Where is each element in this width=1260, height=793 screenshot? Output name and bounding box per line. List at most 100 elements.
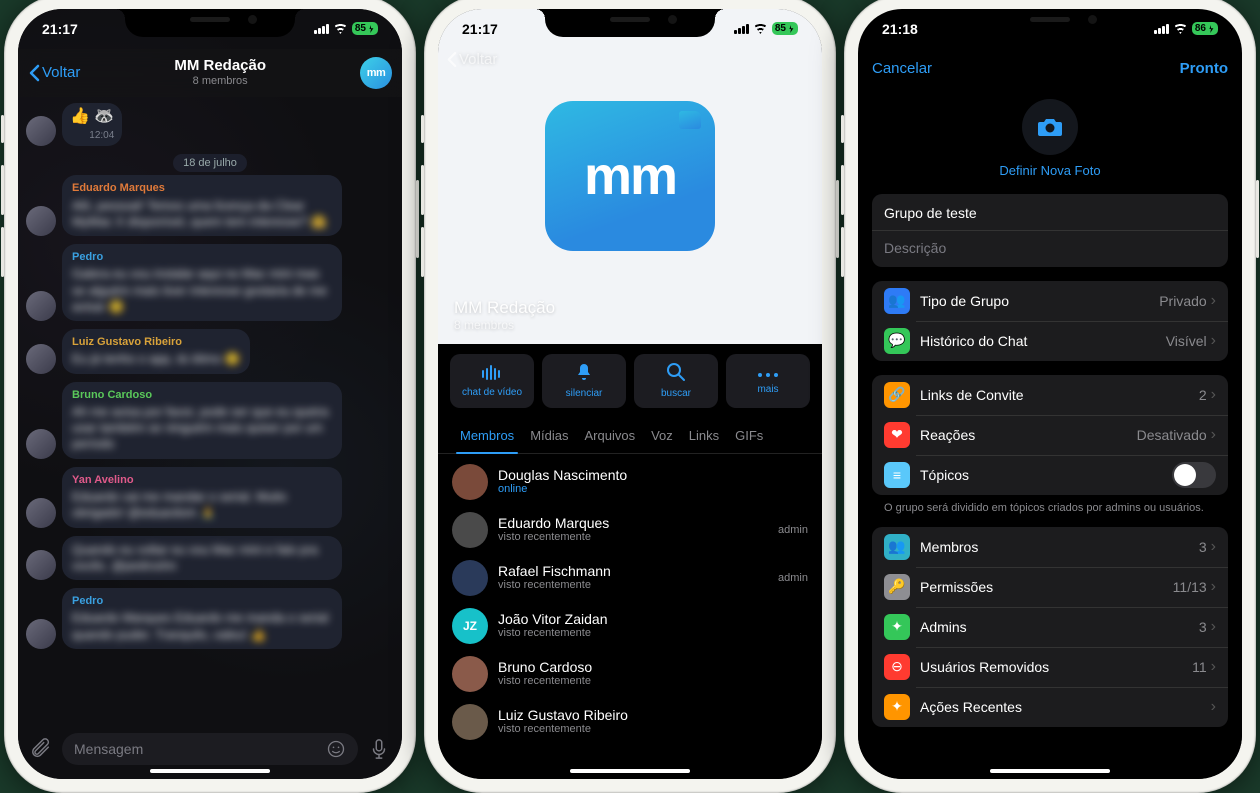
message-row[interactable]: Eduardo MarquesAlô, pessoal! Temos uma l… — [26, 175, 394, 236]
avatar[interactable] — [26, 429, 56, 459]
member-row[interactable]: JZJoão Vitor Zaidanvisto recentemente — [438, 602, 822, 650]
setting-tópicos[interactable]: ≡Tópicos — [872, 455, 1228, 495]
cellular-icon — [314, 24, 329, 34]
setting-label: Tipo de Grupo — [920, 293, 1159, 309]
member-status: visto recentemente — [498, 579, 768, 592]
member-row[interactable]: Luiz Gustavo Ribeirovisto recentemente — [438, 698, 822, 746]
member-row[interactable]: Bruno Cardosovisto recentemente — [438, 650, 822, 698]
message-text: Eduardo Marques Eduardo me manda o seria… — [72, 610, 332, 643]
message-input[interactable]: Mensagem — [62, 733, 358, 765]
action-mute-button[interactable]: silenciar — [542, 354, 626, 408]
message-text: Alô, pessoal! Temos uma licença da Clear… — [72, 198, 332, 231]
setting-membros[interactable]: 👥Membros3› — [872, 527, 1228, 567]
done-button[interactable]: Pronto — [1180, 60, 1228, 77]
battery-badge: 85 — [352, 22, 378, 35]
paperclip-icon — [30, 738, 52, 760]
member-status: visto recentemente — [498, 531, 768, 544]
attach-button[interactable] — [28, 736, 54, 762]
message-row[interactable]: Yan AvelinoEduardo vai me mandar o seria… — [26, 467, 394, 528]
setting-label: Tópicos — [920, 467, 1172, 483]
setting-histórico-do-chat[interactable]: 💬Histórico do ChatVisível› — [872, 321, 1228, 361]
tab-mídias[interactable]: Mídias — [522, 418, 576, 453]
chevron-right-icon: › — [1211, 332, 1216, 350]
setting-admins[interactable]: ✦Admins3› — [872, 607, 1228, 647]
group-subtitle: 8 membros — [454, 318, 555, 332]
mute-icon — [575, 362, 593, 385]
member-row[interactable]: Douglas Nascimentoonline — [438, 458, 822, 506]
avatar[interactable] — [26, 291, 56, 321]
tab-gifs[interactable]: GIFs — [727, 418, 771, 453]
member-list[interactable]: Douglas NascimentoonlineEduardo Marquesv… — [438, 454, 822, 750]
message-row[interactable]: Luiz Gustavo RibeiroEu já tenho o app, t… — [26, 329, 394, 374]
setting-value: 11/13 — [1173, 579, 1207, 595]
chat-title: MM Redação — [174, 57, 266, 74]
cancel-button[interactable]: Cancelar — [872, 60, 932, 77]
mic-button[interactable] — [366, 736, 392, 762]
avatar[interactable] — [26, 550, 56, 580]
group-name-input[interactable]: Grupo de teste — [872, 196, 1228, 230]
avatar[interactable] — [26, 498, 56, 528]
member-status: online — [498, 483, 808, 496]
setting-value: 11 — [1192, 659, 1207, 675]
chevron-right-icon: › — [1211, 426, 1216, 444]
setting-permissões[interactable]: 🔑Permissões11/13› — [872, 567, 1228, 607]
member-name: Douglas Nascimento — [498, 467, 808, 484]
message-list[interactable]: 👍 🦝12:0418 de julhoEduardo MarquesAlô, p… — [18, 97, 402, 729]
set-photo-label[interactable]: Definir Nova Foto — [999, 163, 1100, 178]
chevron-right-icon: › — [1211, 386, 1216, 404]
wifi-icon — [1173, 23, 1188, 34]
tab-membros[interactable]: Membros — [452, 418, 522, 453]
setting-tipo-de-grupo[interactable]: 👥Tipo de GrupoPrivado› — [872, 281, 1228, 321]
settings-group-invite: 🔗Links de Convite2›❤︎ReaçõesDesativado›≡… — [872, 375, 1228, 495]
setting-links-de-convite[interactable]: 🔗Links de Convite2› — [872, 375, 1228, 415]
group-title: MM Redação — [454, 298, 555, 317]
avatar — [452, 512, 488, 548]
setting-usuários-removidos[interactable]: ⊖Usuários Removidos11› — [872, 647, 1228, 687]
group-cover[interactable]: Voltar mm MM Redação 8 membros — [438, 9, 822, 344]
sticker-icon[interactable] — [326, 739, 346, 759]
back-button[interactable]: Voltar — [28, 64, 80, 82]
avatar[interactable] — [26, 344, 56, 374]
chevron-left-icon — [446, 51, 457, 68]
home-indicator[interactable] — [990, 769, 1110, 773]
setting-ações-recentes[interactable]: ✦Ações Recentes› — [872, 687, 1228, 727]
set-photo-button[interactable] — [1022, 99, 1078, 155]
message-row[interactable]: 👍 🦝12:04 — [26, 103, 394, 147]
avatar[interactable] — [26, 206, 56, 236]
setting-icon: 🔗 — [884, 382, 910, 408]
setting-reações[interactable]: ❤︎ReaçõesDesativado› — [872, 415, 1228, 455]
message-text: Quando eu voltar eu vou Mac mini e falo … — [72, 542, 332, 575]
member-name: Luiz Gustavo Ribeiro — [498, 707, 808, 724]
profile-tabs: MembrosMídiasArquivosVozLinksGIFs — [438, 418, 822, 454]
chat-title-block[interactable]: MM Redação 8 membros — [174, 58, 266, 87]
message-row[interactable]: Bruno CardosoAh me avisa por favor, pode… — [26, 382, 394, 459]
action-video-button[interactable]: chat de vídeo — [450, 354, 534, 408]
avatar[interactable] — [26, 619, 56, 649]
member-row[interactable]: Rafael Fischmannvisto recentementeadmin — [438, 554, 822, 602]
home-indicator[interactable] — [150, 769, 270, 773]
member-name: Bruno Cardoso — [498, 659, 808, 676]
tab-voz[interactable]: Voz — [643, 418, 681, 453]
phone-2: Voltar mm MM Redação 8 membros 21:17 85 … — [424, 0, 836, 793]
member-row[interactable]: Eduardo Marquesvisto recentementeadmin — [438, 506, 822, 554]
tab-links[interactable]: Links — [681, 418, 727, 453]
tab-arquivos[interactable]: Arquivos — [576, 418, 643, 453]
message-text: Galera eu vou instalar aqui no Mac mini … — [72, 266, 332, 315]
more-icon — [757, 366, 779, 381]
action-more-button[interactable]: mais — [726, 354, 810, 408]
toggle[interactable] — [1172, 462, 1216, 488]
back-button[interactable]: Voltar — [446, 51, 497, 68]
chat-avatar[interactable]: mm — [360, 57, 392, 89]
action-search-button[interactable]: buscar — [634, 354, 718, 408]
home-indicator[interactable] — [570, 769, 690, 773]
message-row[interactable]: Quando eu voltar eu vou Mac mini e falo … — [26, 536, 394, 581]
status-time: 21:18 — [882, 21, 918, 37]
message-row[interactable]: PedroEduardo Marques Eduardo me manda o … — [26, 588, 394, 649]
setting-label: Links de Convite — [920, 387, 1199, 403]
action-label: buscar — [661, 388, 691, 399]
action-label: chat de vídeo — [462, 387, 522, 398]
group-desc-input[interactable]: Descrição — [872, 230, 1228, 265]
status-time: 21:17 — [462, 21, 498, 37]
action-label: silenciar — [566, 388, 603, 399]
message-row[interactable]: PedroGalera eu vou instalar aqui no Mac … — [26, 244, 394, 321]
